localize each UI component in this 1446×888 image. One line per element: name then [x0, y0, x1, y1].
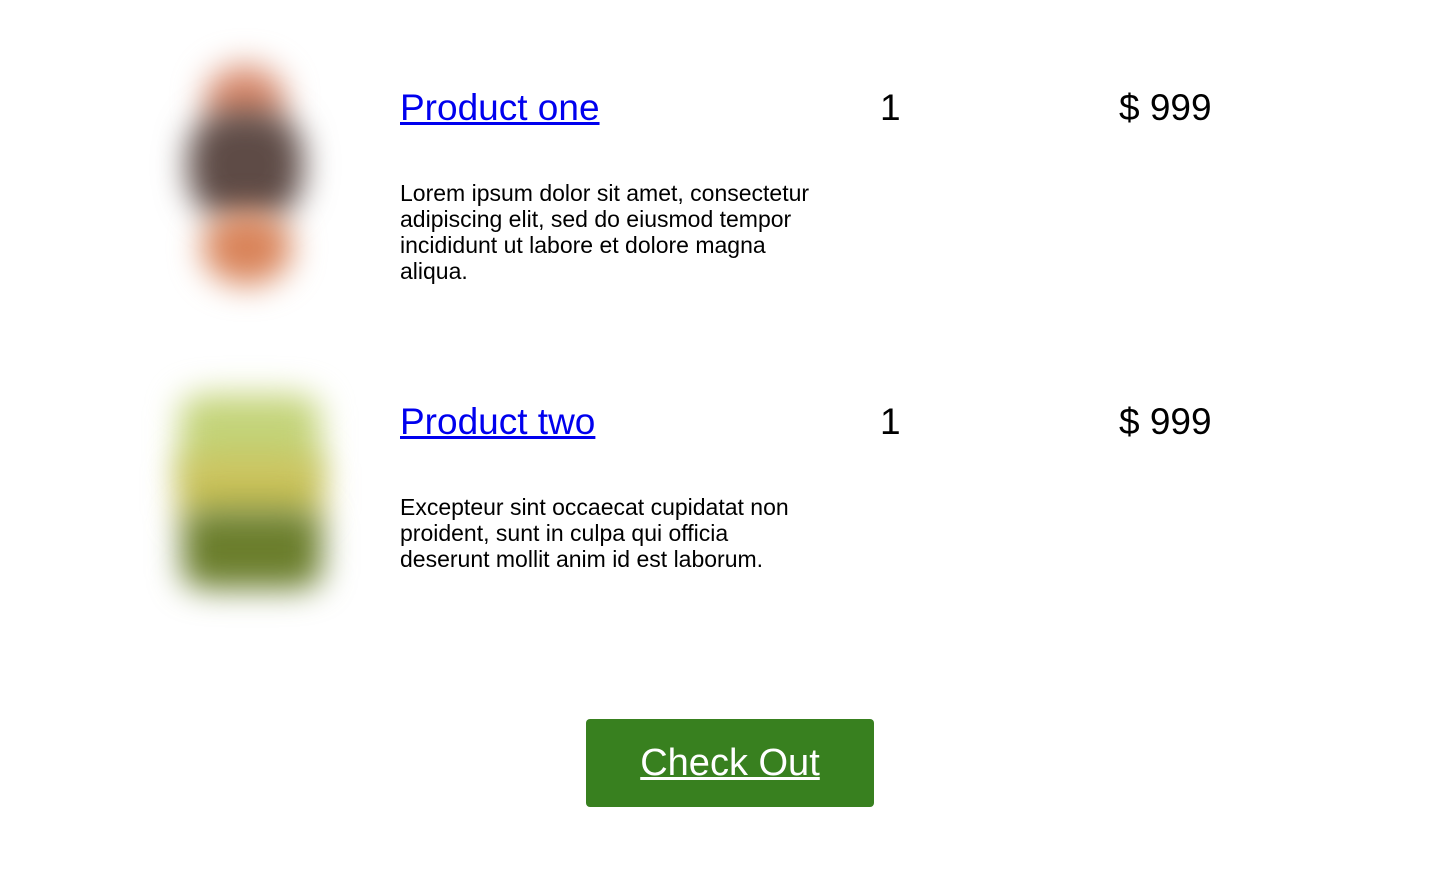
product-one-description: Lorem ipsum dolor sit amet, consectetur … [400, 180, 810, 284]
product-two-price: $ 999 [1119, 401, 1212, 442]
product-two-image[interactable] [140, 354, 350, 634]
product-one-image-body [188, 110, 303, 220]
product-one-image[interactable] [140, 40, 350, 320]
product-one-price: $ 999 [1119, 87, 1212, 128]
product-two-image-bottom [182, 509, 322, 589]
product-two-description: Excepteur sint occaecat cupidatat non pr… [400, 494, 789, 572]
cart-item-product-one: Product one Lorem ipsum dolor sit amet, … [0, 0, 1446, 300]
checkout-button[interactable]: Check Out [586, 719, 874, 807]
product-two-link[interactable]: Product two [400, 400, 595, 444]
cart-item-product-two: Product two Excepteur sint occaecat cupi… [0, 314, 1446, 614]
product-one-image-base [202, 210, 292, 285]
product-two-quantity: 1 [880, 401, 901, 442]
product-one-quantity: 1 [880, 87, 901, 128]
checkout-button-label: Check Out [640, 741, 820, 784]
product-one-link[interactable]: Product one [400, 86, 600, 130]
